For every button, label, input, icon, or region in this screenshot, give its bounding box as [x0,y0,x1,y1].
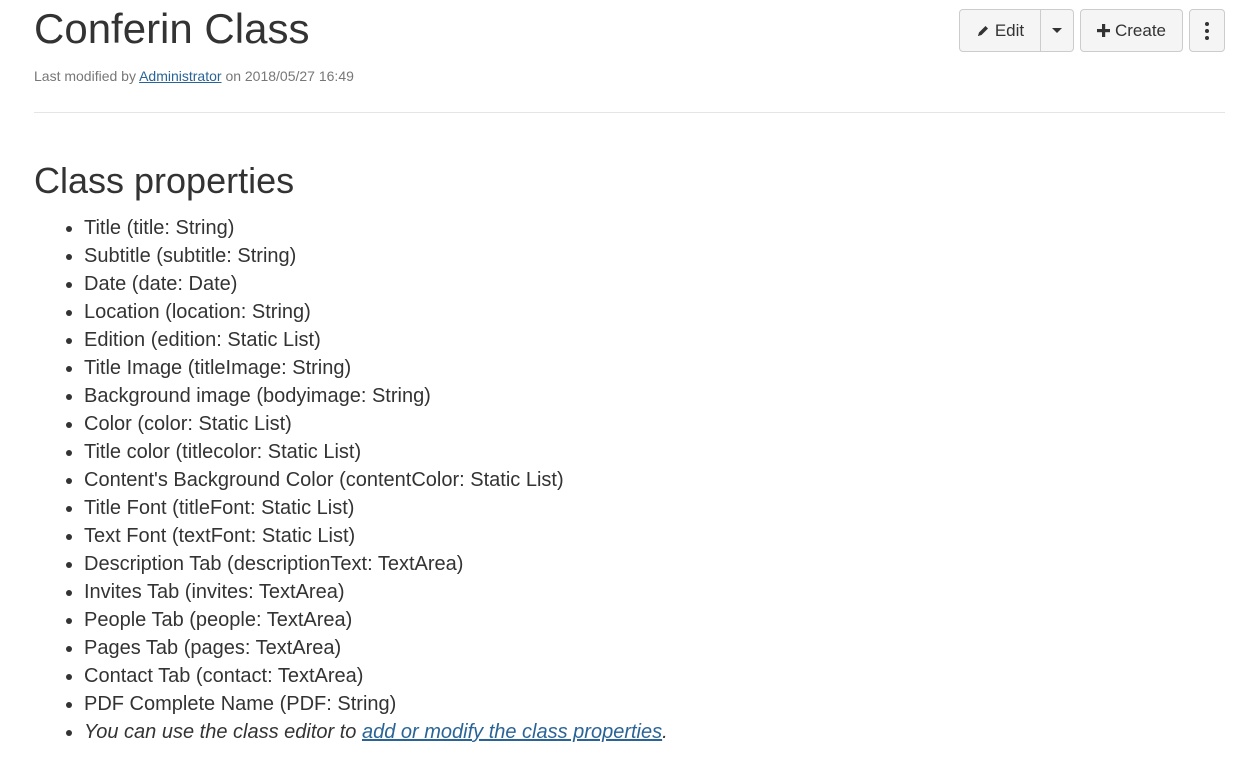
caret-down-icon [1052,28,1062,33]
create-label: Create [1114,20,1167,40]
note-prefix: You can use the class editor to [84,721,357,743]
list-item: Description Tab (descriptionText: TextAr… [66,550,668,578]
list-item: Text Font (textFont: Static List) [66,522,668,550]
list-item: Title Font (titleFont: Static List) [66,494,668,522]
list-item: Content's Background Color (contentColor… [66,466,668,494]
last-modified-date: on 2018/05/27 16:49 [225,68,354,84]
list-item: Edition (edition: Static List) [66,326,668,354]
edit-label: Edit [994,20,1025,40]
edit-button-group: Edit [959,9,1074,52]
last-modified-prefix: Last modified by [34,68,136,84]
note-suffix: . [662,721,668,743]
last-modified-info: Last modified by Administrator on 2018/0… [34,67,354,85]
vertical-ellipsis-icon [1205,21,1209,40]
page-actions: Edit Create [959,9,1225,52]
pencil-icon [976,24,990,38]
page: Conferin Class Last modified by Administ… [0,0,1247,770]
class-editor-link[interactable]: add or modify the class properties [362,721,662,743]
list-item: Title color (titlecolor: Static List) [66,438,668,466]
list-item: Background image (bodyimage: String) [66,382,668,410]
list-item: Contact Tab (contact: TextArea) [66,662,668,690]
list-item: Title (title: String) [66,214,668,242]
list-item: Invites Tab (invites: TextArea) [66,578,668,606]
list-item: Pages Tab (pages: TextArea) [66,634,668,662]
list-item: People Tab (people: TextArea) [66,606,668,634]
section-title: Class properties [34,160,295,201]
list-item: Subtitle (subtitle: String) [66,242,668,270]
edit-dropdown-toggle[interactable] [1041,9,1074,52]
list-item: Location (location: String) [66,298,668,326]
class-editor-note: You can use the class editor to add or m… [66,718,668,746]
plus-icon [1096,24,1110,37]
list-item: PDF Complete Name (PDF: String) [66,690,668,718]
edit-button[interactable]: Edit [959,9,1041,52]
more-actions-button[interactable] [1189,9,1225,52]
list-item: Date (date: Date) [66,270,668,298]
author-link[interactable]: Administrator [139,68,221,84]
list-item: Title Image (titleImage: String) [66,354,668,382]
page-title: Conferin Class [34,5,310,52]
list-item: Color (color: Static List) [66,410,668,438]
document-header: Conferin Class Last modified by Administ… [34,0,1225,113]
class-properties-list: Title (title: String) Subtitle (subtitle… [66,214,668,746]
create-button[interactable]: Create [1080,9,1183,52]
